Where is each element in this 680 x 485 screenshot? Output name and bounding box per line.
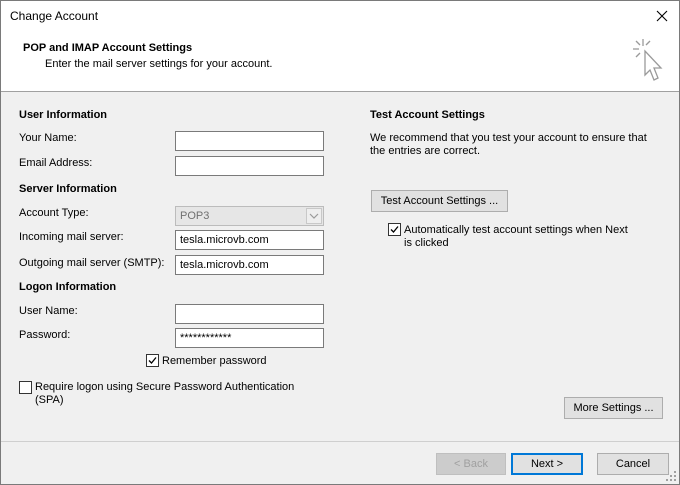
outgoing-mail-server-input[interactable]	[175, 255, 324, 275]
email-address-label: Email Address:	[19, 157, 93, 169]
close-icon[interactable]	[645, 1, 679, 31]
cancel-button[interactable]: Cancel	[597, 453, 669, 475]
account-type-value: POP3	[180, 210, 210, 222]
test-description: We recommend that you test your account …	[370, 132, 647, 157]
account-type-label: Account Type:	[19, 207, 89, 219]
auto-test-label-line1: Automatically test account settings when…	[404, 224, 628, 236]
back-button[interactable]: < Back	[436, 453, 506, 475]
server-information-heading: Server Information	[19, 183, 117, 195]
checkmark-icon	[148, 357, 157, 364]
spa-checkbox[interactable]	[19, 381, 32, 394]
your-name-label: Your Name:	[19, 132, 77, 144]
window-title: Change Account	[10, 9, 99, 23]
incoming-mail-server-input[interactable]	[175, 230, 324, 250]
your-name-input[interactable]	[175, 131, 324, 151]
dialog-header: POP and IMAP Account Settings Enter the …	[1, 31, 679, 92]
spa-label-line1: Require logon using Secure Password Auth…	[35, 381, 295, 393]
incoming-mail-server-label: Incoming mail server:	[19, 231, 124, 243]
outgoing-mail-server-label: Outgoing mail server (SMTP):	[19, 257, 165, 269]
password-input[interactable]	[175, 328, 324, 348]
user-information-heading: User Information	[19, 109, 108, 121]
logon-information-heading: Logon Information	[19, 281, 117, 293]
spa-label: Require logon using Secure Password Auth…	[35, 381, 294, 406]
change-account-window: Change Account POP and IMAP Account Sett…	[0, 0, 680, 485]
test-description-line2: the entries are correct.	[370, 145, 481, 157]
test-account-settings-button[interactable]: Test Account Settings ...	[371, 190, 508, 212]
cursor-sparkle-icon	[633, 39, 663, 81]
user-name-input[interactable]	[175, 304, 324, 324]
password-label: Password:	[19, 329, 71, 341]
spa-label-line2: (SPA)	[35, 394, 64, 406]
header-subtitle: Enter the mail server settings for your …	[45, 58, 273, 70]
auto-test-checkbox[interactable]	[388, 223, 401, 236]
test-description-line1: We recommend that you test your account …	[370, 132, 647, 144]
email-address-input[interactable]	[175, 156, 324, 176]
account-type-select: POP3	[175, 206, 324, 226]
header-title: POP and IMAP Account Settings	[23, 42, 193, 54]
next-button[interactable]: Next >	[511, 453, 583, 475]
footer-divider	[1, 441, 679, 442]
checkmark-icon	[390, 226, 399, 233]
test-account-settings-heading: Test Account Settings	[370, 109, 485, 121]
resize-grip-icon[interactable]	[665, 470, 677, 482]
chevron-down-icon	[306, 208, 322, 224]
title-bar: Change Account	[1, 1, 679, 31]
more-settings-button[interactable]: More Settings ...	[564, 397, 663, 419]
auto-test-label-line2: is clicked	[404, 237, 449, 249]
remember-password-label: Remember password	[162, 355, 267, 367]
remember-password-checkbox[interactable]	[146, 354, 159, 367]
auto-test-label: Automatically test account settings when…	[404, 224, 628, 249]
user-name-label: User Name:	[19, 305, 78, 317]
